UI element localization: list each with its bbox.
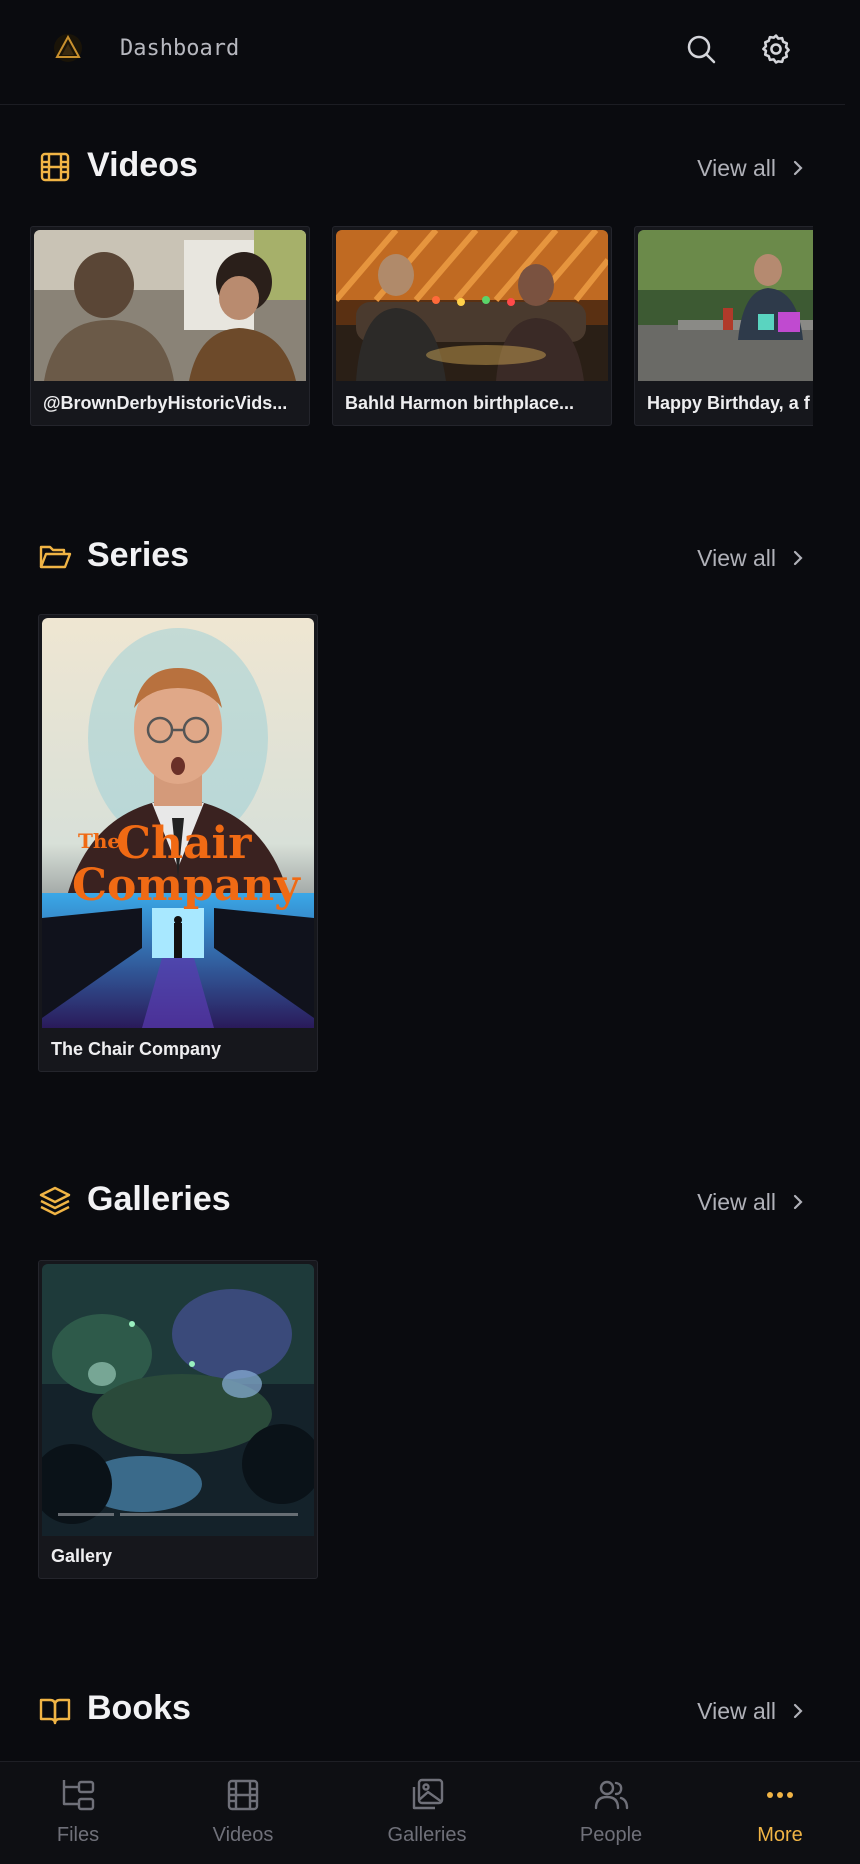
video-thumbnail <box>336 230 608 381</box>
view-all-label: View all <box>697 154 776 181</box>
video-card[interactable]: Happy Birthday, a f <box>634 226 813 426</box>
poster-title-company: Company <box>72 860 301 911</box>
series-section-header: Series View all <box>38 533 808 583</box>
view-all-books-link[interactable]: View all <box>697 1694 808 1728</box>
folder-open-icon <box>38 540 72 574</box>
galleries-section-header: Galleries View all <box>38 1177 808 1227</box>
view-all-label: View all <box>697 544 776 571</box>
section-title: Series <box>87 536 190 574</box>
video-title: Happy Birthday, a f <box>647 392 810 413</box>
film-icon <box>227 1779 259 1811</box>
view-all-series-link[interactable]: View all <box>697 541 808 575</box>
bottom-nav: Files Videos Galleries People More <box>0 1761 860 1864</box>
nav-galleries[interactable]: Galleries <box>357 1776 497 1860</box>
images-icon <box>412 1778 444 1810</box>
search-icon[interactable] <box>684 32 718 66</box>
section-title: Videos <box>87 146 198 184</box>
poster-title-the: The <box>78 829 120 853</box>
videos-carousel[interactable]: @BrownDerbyHistoricVids... Bahld Harmon … <box>30 226 813 428</box>
video-title: Bahld Harmon birthplace... <box>345 392 575 413</box>
nav-label: People <box>579 1824 643 1846</box>
layers-icon <box>38 1184 72 1218</box>
nav-files[interactable]: Files <box>8 1776 148 1860</box>
nav-people[interactable]: People <box>541 1776 681 1860</box>
view-all-label: View all <box>697 1188 776 1215</box>
videos-section-header: Videos View all <box>38 143 808 193</box>
film-icon <box>38 150 72 184</box>
books-section-header: Books View all <box>38 1686 808 1736</box>
view-all-label: View all <box>697 1697 776 1724</box>
nav-label: Galleries <box>387 1824 467 1846</box>
page-title: Dashboard <box>120 36 240 61</box>
video-thumbnail <box>638 230 813 381</box>
section-title: Galleries <box>87 1180 231 1218</box>
series-title: The Chair Company <box>51 1038 222 1059</box>
view-all-galleries-link[interactable]: View all <box>697 1185 808 1219</box>
series-poster: The Chair Company <box>42 618 314 1028</box>
users-icon <box>594 1780 629 1810</box>
chevron-right-icon <box>793 1194 803 1210</box>
nav-label: Files <box>56 1824 100 1846</box>
chevron-right-icon <box>793 1703 803 1719</box>
gallery-card[interactable]: Gallery <box>38 1260 318 1579</box>
video-card[interactable]: Bahld Harmon birthplace... <box>332 226 612 426</box>
app-logo-icon[interactable] <box>50 30 86 66</box>
nav-videos[interactable]: Videos <box>173 1776 313 1860</box>
chevron-right-icon <box>793 550 803 566</box>
nav-more[interactable]: More <box>710 1776 850 1860</box>
app-header: Dashboard <box>0 0 845 105</box>
nav-label: More <box>757 1824 803 1846</box>
video-title: @BrownDerbyHistoricVids... <box>43 392 288 413</box>
more-dots-icon <box>767 1792 793 1798</box>
section-title: Books <box>87 1689 191 1727</box>
series-card[interactable]: The Chair Company The Chair Company <box>38 614 318 1072</box>
view-all-videos-link[interactable]: View all <box>697 151 808 185</box>
video-card[interactable]: @BrownDerbyHistoricVids... <box>30 226 310 426</box>
nav-label: Videos <box>212 1824 274 1846</box>
video-thumbnail <box>34 230 306 381</box>
chevron-right-icon <box>793 160 803 176</box>
gear-icon[interactable] <box>759 32 793 66</box>
gallery-thumbnail <box>42 1264 314 1536</box>
gallery-title: Gallery <box>51 1545 113 1566</box>
folder-tree-icon <box>62 1780 95 1811</box>
book-open-icon <box>38 1693 72 1727</box>
